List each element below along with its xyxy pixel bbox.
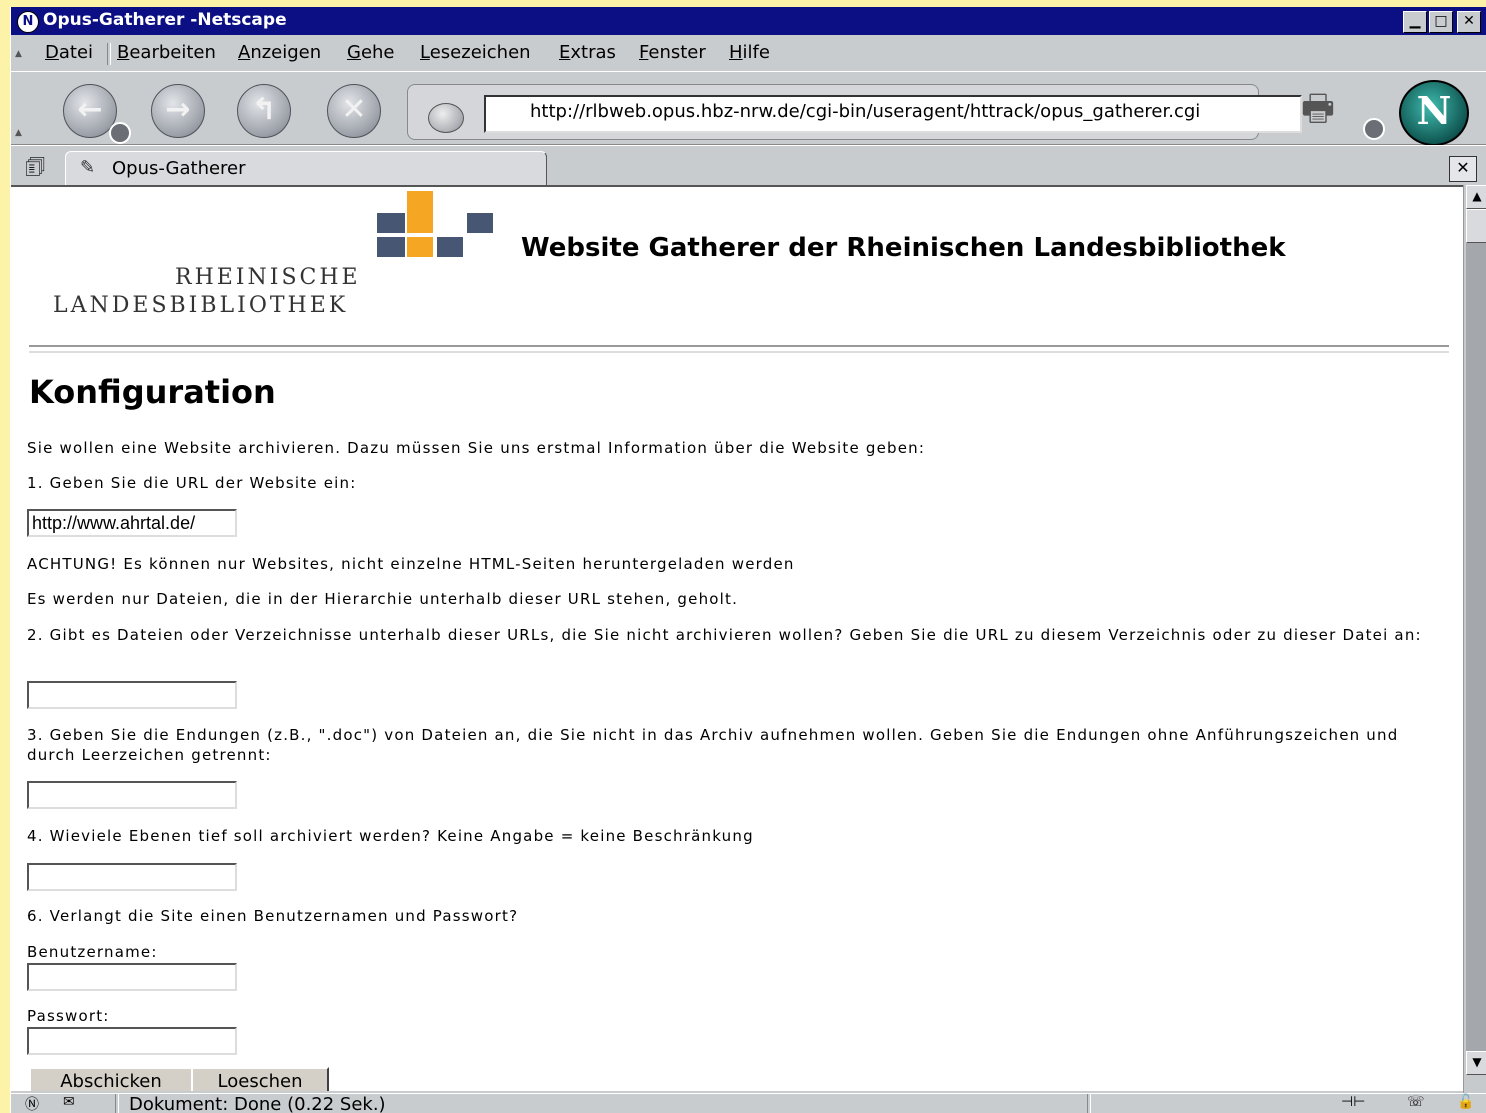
url-go-icon[interactable] (428, 103, 464, 133)
mail-status-icon[interactable]: ✉ (63, 1094, 75, 1110)
stop-icon: ✕ (341, 92, 367, 127)
online-status-icon[interactable]: ☏ (1407, 1094, 1425, 1110)
menu-datei[interactable]: Datei (45, 42, 93, 63)
status-bar: Ⓝ ✉ Dokument: Done (0.22 Sek.) ⊣⊢ ☏ 🔓 (11, 1093, 1486, 1113)
back-arrow-icon: ← (77, 92, 103, 127)
url-input[interactable]: http://rlbweb.opus.hbz-nrw.de/cgi-bin/us… (484, 95, 1302, 133)
menu-lesezeichen[interactable]: Lesezeichen (420, 42, 531, 63)
reload-icon: ↰ (251, 92, 277, 127)
exclude-paths-input[interactable] (27, 681, 237, 709)
question-2: 2. Gibt es Dateien oder Verzeichnisse un… (27, 626, 1422, 644)
title-bar[interactable]: N Opus-Gatherer -Netscape ▁ □ ✕ (11, 7, 1486, 35)
depth-input[interactable] (27, 863, 237, 891)
scroll-thumb[interactable] (1466, 209, 1486, 243)
question-6: 6. Verlangt die Site einen Benutzernamen… (27, 907, 519, 925)
menu-bearbeiten[interactable]: Bearbeiten (117, 42, 216, 63)
website-url-input[interactable]: http://www.ahrtal.de/ (27, 509, 237, 537)
window-title: Opus-Gatherer -Netscape (43, 10, 287, 30)
site-title: Website Gatherer der Rheinischen Landesb… (521, 233, 1286, 263)
reset-button[interactable]: Loeschen (191, 1067, 329, 1091)
netscape-logo-icon[interactable]: N (1399, 80, 1469, 146)
password-input[interactable] (27, 1027, 237, 1055)
intro-text: Sie wollen eine Website archivieren. Daz… (27, 439, 926, 457)
toolbar-grip-icon[interactable]: ▲ (15, 49, 25, 59)
new-tab-icon[interactable]: 🗊 (15, 150, 55, 180)
menu-bar: ▲ Datei Bearbeiten Anzeigen Gehe Lesezei… (11, 37, 1486, 69)
hierarchy-note: Es werden nur Dateien, die in der Hierar… (27, 590, 739, 608)
connection-status-icon[interactable]: ⊣⊢ (1341, 1094, 1365, 1110)
menu-separator (107, 43, 111, 65)
menu-hilfe[interactable]: Hilfe (729, 42, 770, 63)
username-input[interactable] (27, 963, 237, 991)
minimize-button[interactable]: ▁ (1403, 11, 1427, 33)
tab-opus-gatherer[interactable]: ✎ Opus-Gatherer (65, 151, 547, 188)
status-separator (115, 1094, 119, 1113)
forward-arrow-icon: → (165, 92, 191, 127)
tab-label: Opus-Gatherer (112, 158, 246, 179)
toolbar-grip-icon[interactable]: ▲ (15, 128, 25, 138)
exclude-extensions-input[interactable] (27, 781, 237, 809)
username-label: Benutzername: (27, 943, 158, 961)
question-4: 4. Wieviele Ebenen tief soll archiviert … (27, 827, 754, 845)
scroll-down-icon[interactable]: ▼ (1466, 1051, 1486, 1075)
menu-fenster[interactable]: Fenster (639, 42, 706, 63)
browser-window: N Opus-Gatherer -Netscape ▁ □ ✕ ▲ Datei … (10, 7, 1486, 1113)
stop-button[interactable]: ✕ (327, 84, 381, 138)
maximize-button[interactable]: □ (1429, 11, 1453, 33)
vertical-scrollbar[interactable]: ▲ ▼ (1463, 185, 1486, 1097)
logo-text-line1: RHEINISCHE (175, 265, 361, 290)
question-1: 1. Geben Sie die URL der Website ein: (27, 474, 357, 492)
logo-text-line2: LANDESBIBLIOTHEK (53, 293, 349, 318)
submit-button[interactable]: Abschicken (29, 1067, 193, 1091)
netscape-status-icon[interactable]: Ⓝ (25, 1094, 39, 1113)
menu-anzeigen[interactable]: Anzeigen (238, 42, 321, 63)
back-history-dropdown-icon[interactable] (109, 122, 131, 144)
reload-button[interactable]: ↰ (237, 84, 291, 138)
security-lock-icon[interactable]: 🔓 (1457, 1094, 1474, 1110)
scroll-track[interactable] (1466, 243, 1486, 1051)
password-label: Passwort: (27, 1007, 110, 1025)
menu-extras[interactable]: Extras (559, 42, 616, 63)
page-heading: Konfiguration (29, 373, 276, 411)
close-button[interactable]: ✕ (1457, 11, 1481, 33)
close-tab-icon[interactable]: ✕ (1449, 156, 1477, 182)
horizontal-rule (29, 345, 1449, 353)
warning-text: ACHTUNG! Es können nur Websites, nicht e… (27, 555, 795, 573)
tab-bar: 🗊 ✎ Opus-Gatherer ✕ (11, 145, 1486, 188)
page-content: RHEINISCHE LANDESBIBLIOTHEK Website Gath… (11, 185, 1463, 1091)
netscape-app-icon: N (17, 11, 39, 33)
url-bar-container: http://rlbweb.opus.hbz-nrw.de/cgi-bin/us… (407, 84, 1302, 140)
print-icon[interactable]: 🖶 (1301, 82, 1361, 129)
status-separator (1087, 1094, 1091, 1113)
print-dropdown-icon[interactable] (1363, 118, 1385, 140)
status-text: Dokument: Done (0.22 Sek.) (129, 1094, 386, 1113)
forward-button[interactable]: → (151, 84, 205, 138)
menu-gehe[interactable]: Gehe (347, 42, 395, 63)
navigation-toolbar: ▲ ← → ↰ ✕ http://rlbweb.opus.hbz-nrw.de/… (11, 71, 1486, 146)
question-3: 3. Geben Sie die Endungen (z.B., ".doc")… (27, 726, 1399, 764)
scroll-up-icon[interactable]: ▲ (1466, 185, 1486, 209)
page-link-icon: ✎ (80, 157, 96, 178)
